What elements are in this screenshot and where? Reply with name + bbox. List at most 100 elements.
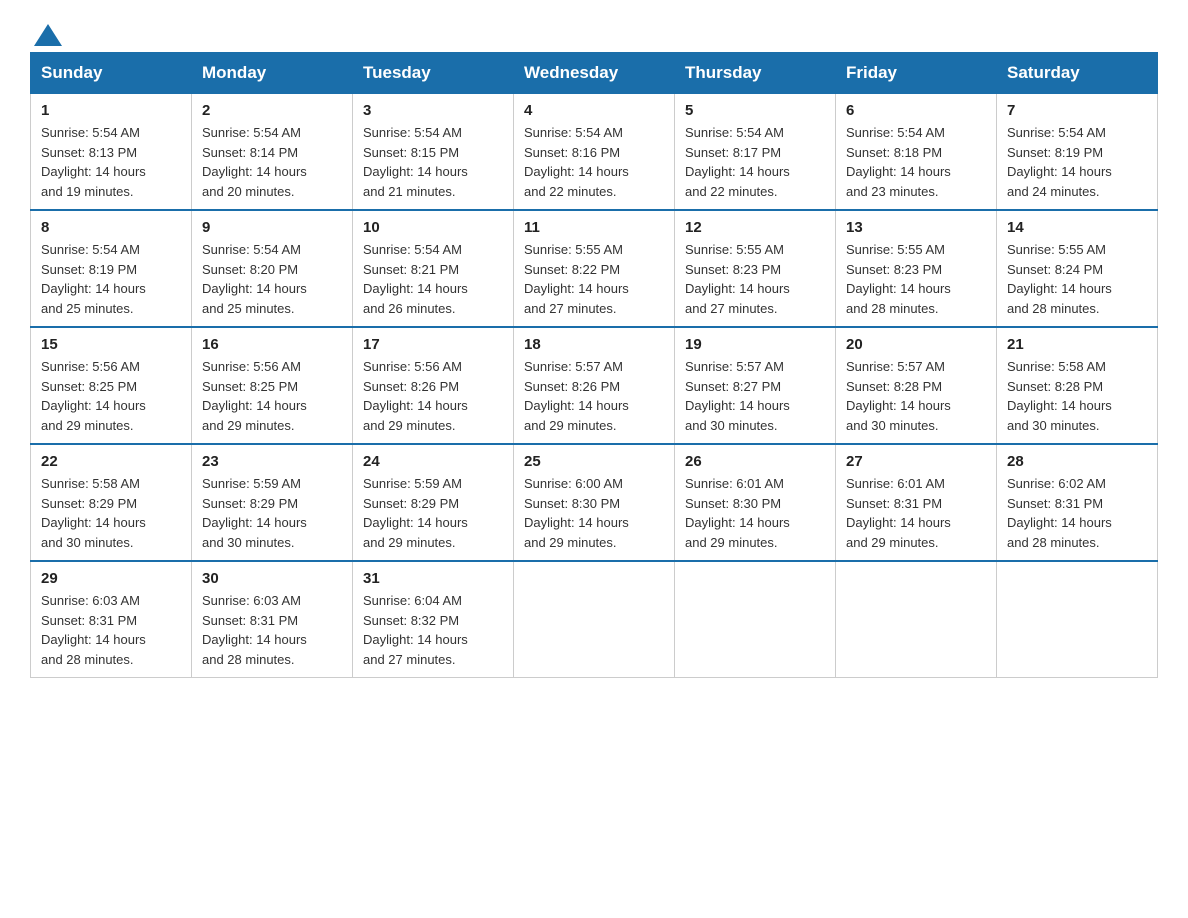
day-number: 7 — [1007, 102, 1147, 119]
calendar-week-row: 29 Sunrise: 6:03 AMSunset: 8:31 PMDayligh… — [31, 561, 1158, 678]
day-number: 24 — [363, 453, 503, 470]
calendar-day-cell: 29 Sunrise: 6:03 AMSunset: 8:31 PMDayligh… — [31, 561, 192, 678]
calendar-day-cell: 25 Sunrise: 6:00 AMSunset: 8:30 PMDayligh… — [514, 444, 675, 561]
weekday-header-saturday: Saturday — [997, 53, 1158, 94]
day-number: 12 — [685, 219, 825, 236]
weekday-header-tuesday: Tuesday — [353, 53, 514, 94]
page-header — [30, 20, 1158, 42]
calendar-day-cell: 21 Sunrise: 5:58 AMSunset: 8:28 PMDayligh… — [997, 327, 1158, 444]
day-number: 20 — [846, 336, 986, 353]
day-number: 10 — [363, 219, 503, 236]
day-info: Sunrise: 5:54 AMSunset: 8:18 PMDaylight:… — [846, 123, 986, 201]
calendar-day-cell: 20 Sunrise: 5:57 AMSunset: 8:28 PMDayligh… — [836, 327, 997, 444]
calendar-table: SundayMondayTuesdayWednesdayThursdayFrid… — [30, 52, 1158, 678]
weekday-header-sunday: Sunday — [31, 53, 192, 94]
logo-triangle-icon — [34, 24, 62, 46]
day-number: 14 — [1007, 219, 1147, 236]
logo — [30, 20, 62, 42]
day-info: Sunrise: 5:57 AMSunset: 8:26 PMDaylight:… — [524, 357, 664, 435]
day-info: Sunrise: 6:03 AMSunset: 8:31 PMDaylight:… — [202, 591, 342, 669]
day-number: 31 — [363, 570, 503, 587]
calendar-day-cell: 13 Sunrise: 5:55 AMSunset: 8:23 PMDayligh… — [836, 210, 997, 327]
day-info: Sunrise: 5:55 AMSunset: 8:22 PMDaylight:… — [524, 240, 664, 318]
day-number: 18 — [524, 336, 664, 353]
calendar-day-cell: 7 Sunrise: 5:54 AMSunset: 8:19 PMDaylight… — [997, 94, 1158, 211]
calendar-day-cell — [675, 561, 836, 678]
day-info: Sunrise: 5:58 AMSunset: 8:28 PMDaylight:… — [1007, 357, 1147, 435]
day-number: 15 — [41, 336, 181, 353]
day-info: Sunrise: 5:59 AMSunset: 8:29 PMDaylight:… — [363, 474, 503, 552]
calendar-week-row: 1 Sunrise: 5:54 AMSunset: 8:13 PMDaylight… — [31, 94, 1158, 211]
day-info: Sunrise: 5:54 AMSunset: 8:19 PMDaylight:… — [1007, 123, 1147, 201]
day-info: Sunrise: 6:03 AMSunset: 8:31 PMDaylight:… — [41, 591, 181, 669]
day-number: 16 — [202, 336, 342, 353]
weekday-header-row: SundayMondayTuesdayWednesdayThursdayFrid… — [31, 53, 1158, 94]
day-info: Sunrise: 5:54 AMSunset: 8:17 PMDaylight:… — [685, 123, 825, 201]
day-info: Sunrise: 5:57 AMSunset: 8:27 PMDaylight:… — [685, 357, 825, 435]
calendar-day-cell: 27 Sunrise: 6:01 AMSunset: 8:31 PMDayligh… — [836, 444, 997, 561]
day-number: 30 — [202, 570, 342, 587]
day-info: Sunrise: 5:54 AMSunset: 8:19 PMDaylight:… — [41, 240, 181, 318]
calendar-day-cell: 2 Sunrise: 5:54 AMSunset: 8:14 PMDaylight… — [192, 94, 353, 211]
day-number: 21 — [1007, 336, 1147, 353]
day-number: 27 — [846, 453, 986, 470]
day-info: Sunrise: 6:00 AMSunset: 8:30 PMDaylight:… — [524, 474, 664, 552]
day-info: Sunrise: 5:55 AMSunset: 8:23 PMDaylight:… — [846, 240, 986, 318]
day-info: Sunrise: 5:59 AMSunset: 8:29 PMDaylight:… — [202, 474, 342, 552]
calendar-day-cell: 12 Sunrise: 5:55 AMSunset: 8:23 PMDayligh… — [675, 210, 836, 327]
day-number: 29 — [41, 570, 181, 587]
day-info: Sunrise: 5:56 AMSunset: 8:26 PMDaylight:… — [363, 357, 503, 435]
day-info: Sunrise: 5:54 AMSunset: 8:21 PMDaylight:… — [363, 240, 503, 318]
day-info: Sunrise: 5:56 AMSunset: 8:25 PMDaylight:… — [41, 357, 181, 435]
day-info: Sunrise: 5:54 AMSunset: 8:20 PMDaylight:… — [202, 240, 342, 318]
day-number: 23 — [202, 453, 342, 470]
day-number: 13 — [846, 219, 986, 236]
day-info: Sunrise: 5:54 AMSunset: 8:15 PMDaylight:… — [363, 123, 503, 201]
day-number: 2 — [202, 102, 342, 119]
calendar-day-cell: 22Sunrise: 5:58 AMSunset: 8:29 PMDayligh… — [31, 444, 192, 561]
day-info: Sunrise: 6:01 AMSunset: 8:30 PMDaylight:… — [685, 474, 825, 552]
day-info: Sunrise: 6:04 AMSunset: 8:32 PMDaylight:… — [363, 591, 503, 669]
day-number: 9 — [202, 219, 342, 236]
day-number: 28 — [1007, 453, 1147, 470]
day-number: 17 — [363, 336, 503, 353]
calendar-day-cell: 8 Sunrise: 5:54 AMSunset: 8:19 PMDaylight… — [31, 210, 192, 327]
day-number: 8 — [41, 219, 181, 236]
day-number: 19 — [685, 336, 825, 353]
calendar-day-cell: 15 Sunrise: 5:56 AMSunset: 8:25 PMDayligh… — [31, 327, 192, 444]
day-info: Sunrise: 5:57 AMSunset: 8:28 PMDaylight:… — [846, 357, 986, 435]
day-number: 6 — [846, 102, 986, 119]
weekday-header-wednesday: Wednesday — [514, 53, 675, 94]
day-info: Sunrise: 5:54 AMSunset: 8:14 PMDaylight:… — [202, 123, 342, 201]
day-info: Sunrise: 5:55 AMSunset: 8:24 PMDaylight:… — [1007, 240, 1147, 318]
weekday-header-monday: Monday — [192, 53, 353, 94]
weekday-header-thursday: Thursday — [675, 53, 836, 94]
calendar-day-cell: 16 Sunrise: 5:56 AMSunset: 8:25 PMDayligh… — [192, 327, 353, 444]
calendar-day-cell: 4Sunrise: 5:54 AMSunset: 8:16 PMDaylight… — [514, 94, 675, 211]
day-number: 11 — [524, 219, 664, 236]
calendar-day-cell: 10 Sunrise: 5:54 AMSunset: 8:21 PMDayligh… — [353, 210, 514, 327]
day-number: 25 — [524, 453, 664, 470]
day-info: Sunrise: 6:01 AMSunset: 8:31 PMDaylight:… — [846, 474, 986, 552]
calendar-week-row: 22Sunrise: 5:58 AMSunset: 8:29 PMDayligh… — [31, 444, 1158, 561]
calendar-day-cell — [514, 561, 675, 678]
weekday-header-friday: Friday — [836, 53, 997, 94]
calendar-day-cell: 1 Sunrise: 5:54 AMSunset: 8:13 PMDaylight… — [31, 94, 192, 211]
calendar-day-cell: 18 Sunrise: 5:57 AMSunset: 8:26 PMDayligh… — [514, 327, 675, 444]
day-info: Sunrise: 5:55 AMSunset: 8:23 PMDaylight:… — [685, 240, 825, 318]
day-info: Sunrise: 5:56 AMSunset: 8:25 PMDaylight:… — [202, 357, 342, 435]
calendar-day-cell: 23 Sunrise: 5:59 AMSunset: 8:29 PMDayligh… — [192, 444, 353, 561]
calendar-day-cell: 19 Sunrise: 5:57 AMSunset: 8:27 PMDayligh… — [675, 327, 836, 444]
calendar-day-cell: 17 Sunrise: 5:56 AMSunset: 8:26 PMDayligh… — [353, 327, 514, 444]
day-number: 22 — [41, 453, 181, 470]
calendar-day-cell: 3 Sunrise: 5:54 AMSunset: 8:15 PMDaylight… — [353, 94, 514, 211]
calendar-day-cell: 6 Sunrise: 5:54 AMSunset: 8:18 PMDaylight… — [836, 94, 997, 211]
day-number: 1 — [41, 102, 181, 119]
calendar-day-cell: 11 Sunrise: 5:55 AMSunset: 8:22 PMDayligh… — [514, 210, 675, 327]
day-number: 3 — [363, 102, 503, 119]
day-info: Sunrise: 5:54 AMSunset: 8:13 PMDaylight:… — [41, 123, 181, 201]
calendar-day-cell — [997, 561, 1158, 678]
calendar-day-cell: 30 Sunrise: 6:03 AMSunset: 8:31 PMDayligh… — [192, 561, 353, 678]
day-number: 5 — [685, 102, 825, 119]
calendar-day-cell: 26Sunrise: 6:01 AMSunset: 8:30 PMDayligh… — [675, 444, 836, 561]
